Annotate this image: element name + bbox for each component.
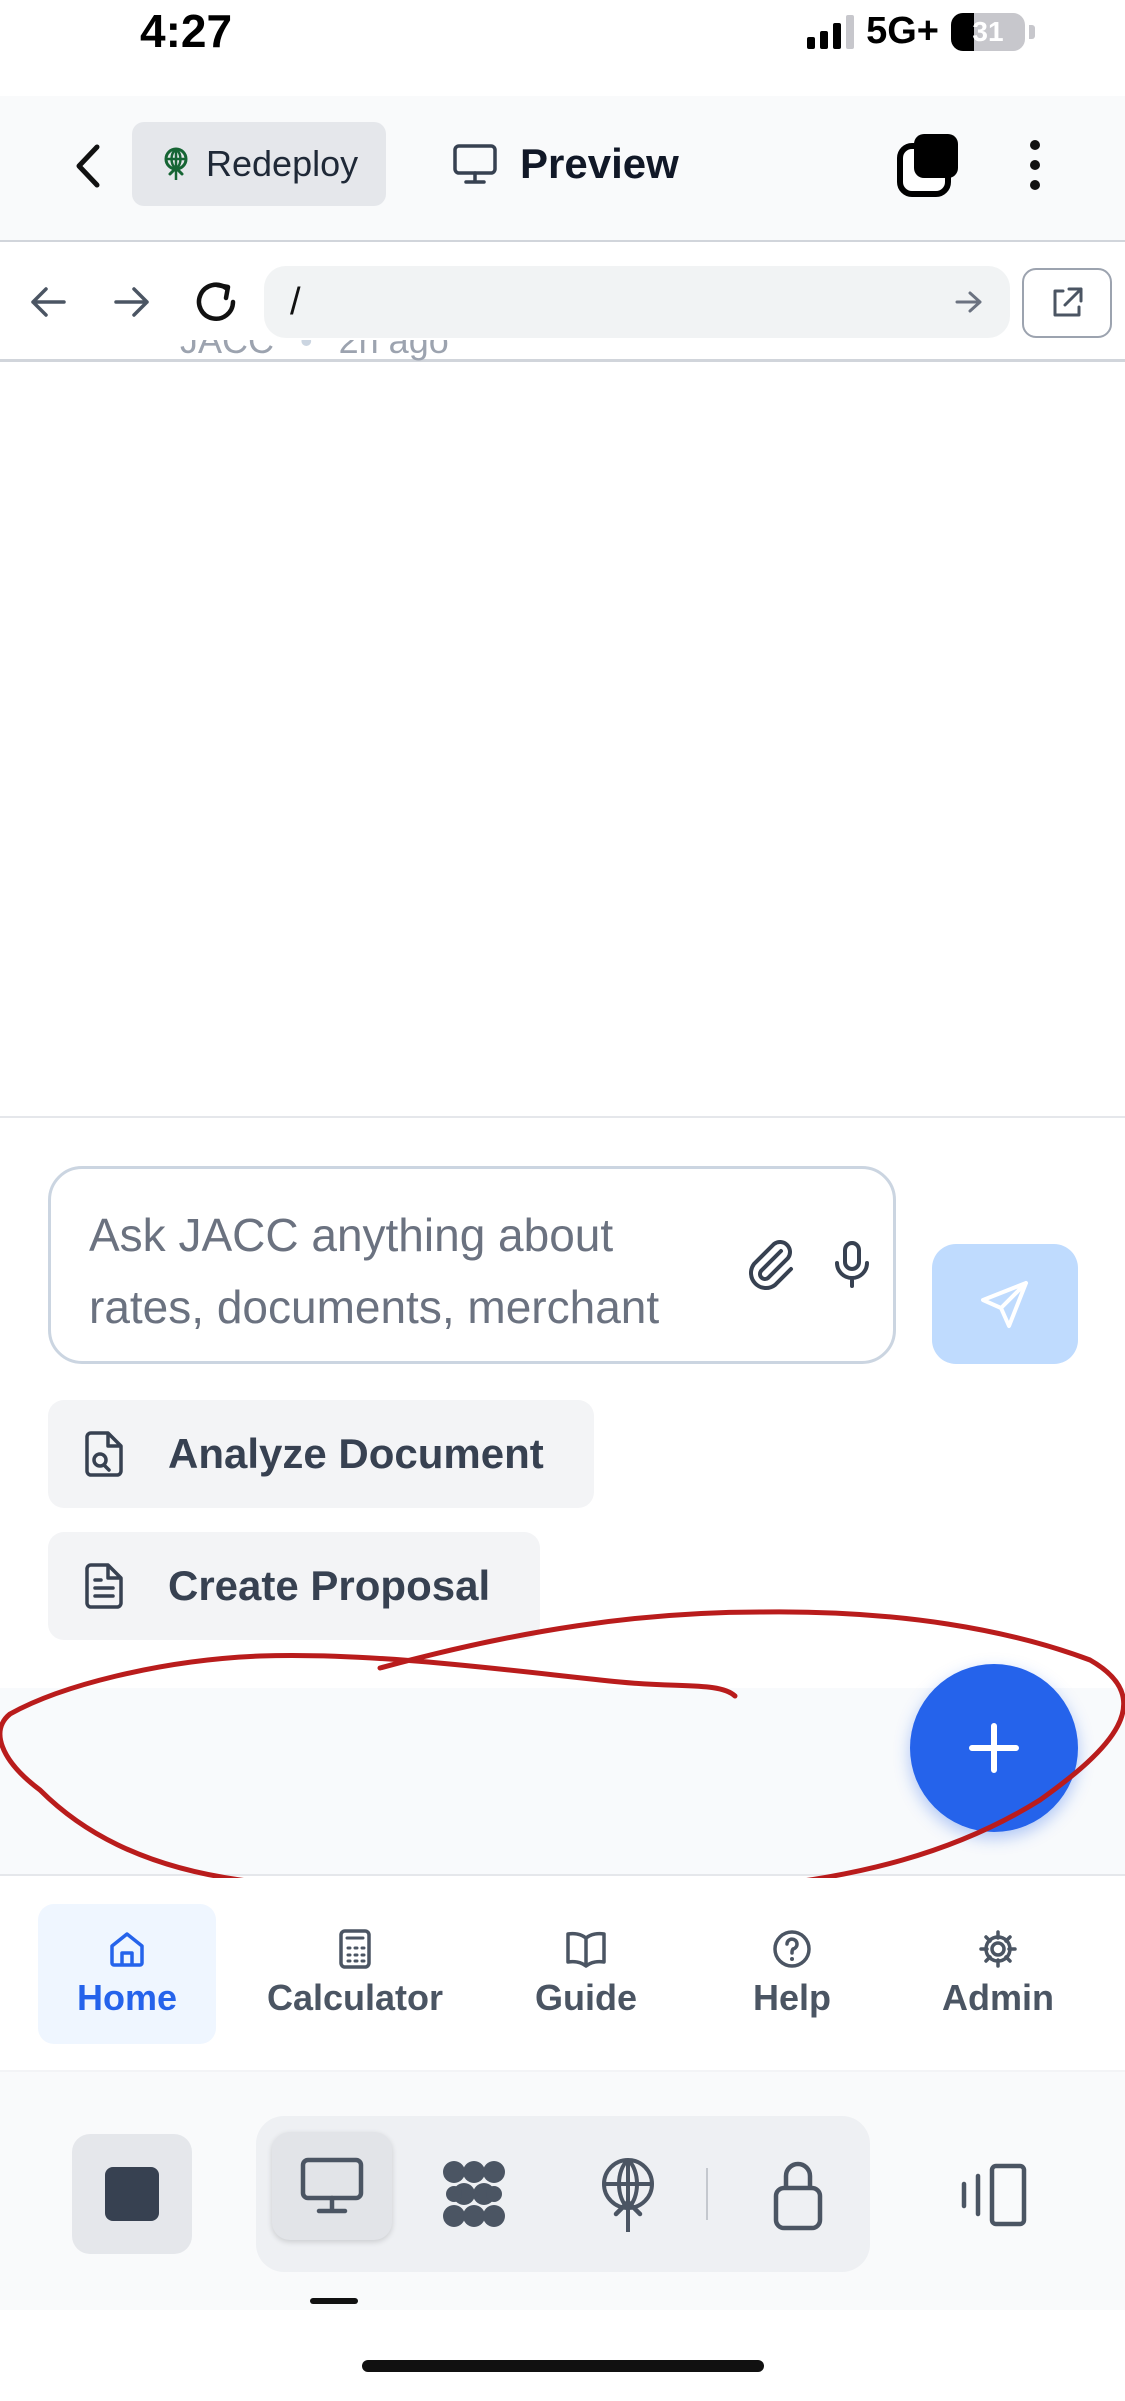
battery-tip — [1029, 24, 1035, 39]
open-external-button[interactable] — [1022, 268, 1112, 338]
stop-icon — [105, 2167, 159, 2221]
redeploy-button[interactable]: Redeploy — [132, 122, 386, 206]
nav-home[interactable]: Home — [38, 1904, 216, 2044]
status-time: 4:27 — [140, 5, 233, 57]
lock-icon — [773, 2161, 823, 2231]
tabs-icon — [897, 134, 958, 197]
home-indicator — [362, 2360, 764, 2372]
app-header: Redeploy Preview — [0, 96, 1125, 242]
deploy-icon — [164, 147, 188, 180]
chat-input[interactable]: Ask JACC anything about rates, documents… — [48, 1166, 896, 1364]
more-vertical-icon — [1030, 140, 1040, 150]
message-meta: JACC • 2h ago — [180, 340, 449, 380]
create-proposal-label: Create Proposal — [168, 1562, 491, 1609]
send-button[interactable] — [932, 1244, 1078, 1364]
reload-button[interactable] — [186, 272, 246, 332]
url-input[interactable]: / — [264, 266, 1010, 338]
chat-placeholder: Ask JACC anything about rates, documents… — [89, 1209, 660, 1361]
preview-label: Preview — [520, 140, 679, 187]
voice-input-button[interactable] — [819, 1231, 885, 1297]
tool-group — [256, 2116, 870, 2272]
nav-guide[interactable]: Guide — [516, 1904, 656, 2044]
content-divider — [0, 1116, 1125, 1118]
redeploy-label: Redeploy — [206, 143, 359, 184]
bottom-nav: Home Calculator Guide Help Admin — [0, 1878, 1125, 2068]
microphone-icon — [835, 1241, 869, 1288]
arrow-right-icon — [114, 287, 149, 317]
deploy-icon — [602, 2158, 654, 2232]
file-text-icon — [85, 1563, 123, 1609]
file-search-icon — [85, 1431, 123, 1477]
network-label: 5G+ — [866, 10, 939, 52]
message-author: JACC — [180, 340, 275, 361]
help-circle-icon — [773, 1930, 811, 1968]
browser-forward-button[interactable] — [102, 272, 162, 332]
chevron-left-icon — [76, 144, 100, 188]
nav-calculator-label: Calculator — [266, 1977, 444, 2018]
nav-help-label: Help — [752, 1977, 831, 2018]
create-proposal-button[interactable]: Create Proposal — [48, 1532, 540, 1640]
secrets-button[interactable] — [756, 2152, 840, 2236]
tool-divider — [706, 2168, 708, 2220]
packages-icon — [443, 2161, 505, 2227]
send-icon — [981, 1281, 1028, 1328]
nav-guide-label: Guide — [534, 1977, 637, 2018]
stop-button[interactable] — [72, 2134, 192, 2254]
paperclip-icon — [749, 1240, 793, 1290]
new-chat-fab[interactable] — [910, 1664, 1078, 1832]
panels-button[interactable] — [950, 2156, 1034, 2236]
preview-tab[interactable]: Preview — [452, 122, 679, 206]
active-tool-indicator — [310, 2298, 358, 2304]
more-menu-button[interactable] — [1010, 132, 1060, 198]
battery-icon: 31 — [951, 12, 1025, 51]
back-button[interactable] — [58, 136, 118, 196]
external-link-icon — [1053, 287, 1083, 317]
cellular-signal-icon — [807, 14, 855, 49]
nav-admin[interactable]: Admin — [928, 1904, 1068, 2044]
tabs-button[interactable] — [896, 132, 962, 198]
analyze-document-label: Analyze Document — [168, 1430, 544, 1477]
attach-button[interactable] — [737, 1231, 803, 1297]
url-text: / — [290, 280, 301, 323]
analyze-document-button[interactable]: Analyze Document — [48, 1400, 594, 1508]
gear-icon — [979, 1930, 1017, 1968]
browser-back-button[interactable] — [18, 272, 78, 332]
nav-help[interactable]: Help — [722, 1904, 862, 2044]
book-icon — [566, 1931, 606, 1968]
message-time: 2h ago — [338, 340, 449, 361]
panels-icon — [961, 2163, 1027, 2227]
monitor-icon — [300, 2157, 364, 2214]
home-icon — [110, 1932, 144, 1967]
deployments-button[interactable] — [586, 2152, 670, 2236]
nav-admin-label: Admin — [942, 1977, 1054, 2018]
go-arrow-icon[interactable] — [954, 289, 984, 315]
reload-icon — [196, 282, 236, 321]
status-indicators: 5G+ 31 — [807, 10, 1035, 53]
monitor-icon — [453, 144, 497, 184]
arrow-left-icon — [31, 287, 66, 317]
calculator-icon — [339, 1929, 371, 1969]
battery-level: 31 — [972, 15, 1004, 47]
workspace-toolbar — [0, 2070, 1125, 2310]
browser-bar: / — [0, 244, 1125, 362]
packages-button[interactable] — [432, 2152, 516, 2236]
nav-calculator[interactable]: Calculator — [250, 1904, 460, 2044]
plus-icon — [969, 1723, 1019, 1773]
nav-home-label: Home — [76, 1977, 178, 2018]
desktop-view-button[interactable] — [272, 2132, 392, 2240]
